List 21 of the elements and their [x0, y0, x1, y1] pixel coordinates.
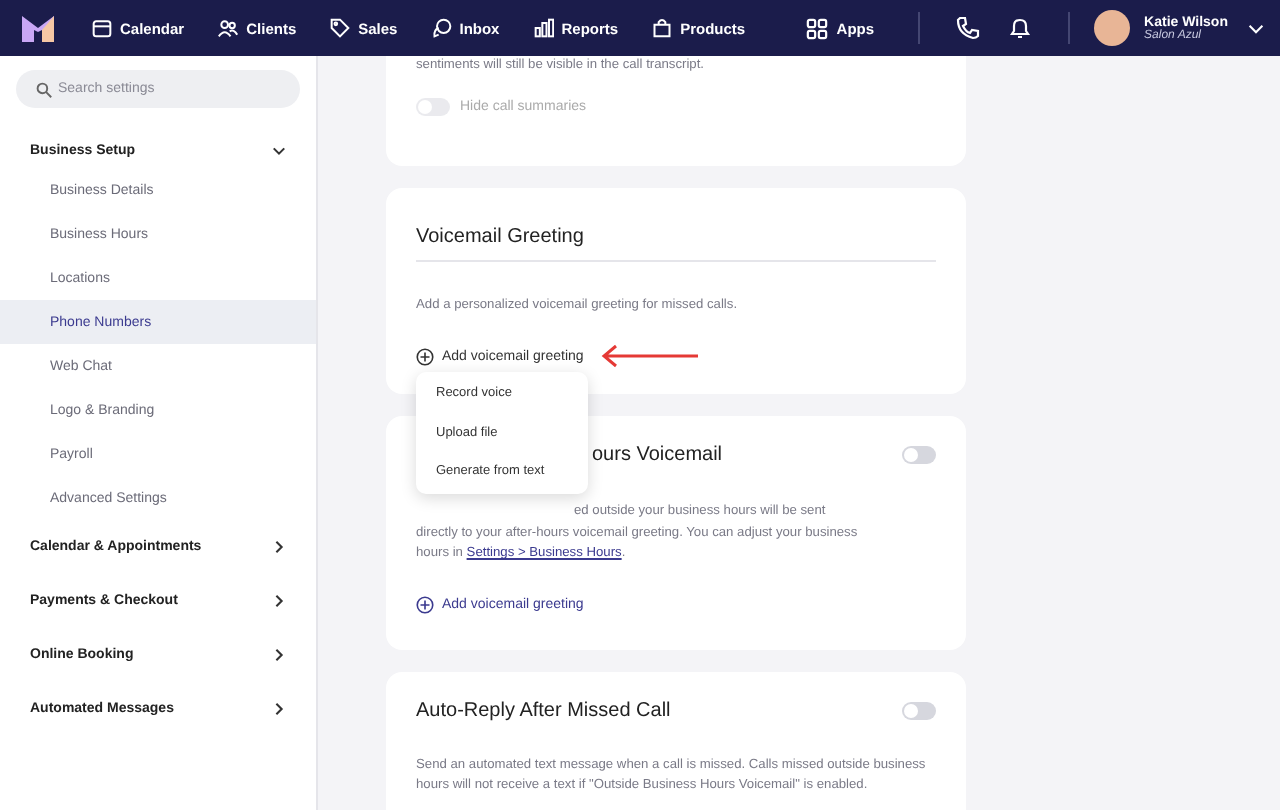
tag-icon [330, 18, 351, 38]
chat-bubble-icon [431, 18, 452, 38]
toggle-switch[interactable] [902, 701, 936, 719]
card-title: ours Voicemail [592, 444, 723, 466]
avatar[interactable] [1094, 10, 1131, 46]
calendar-icon [92, 18, 112, 38]
arrow-annotation [599, 344, 700, 368]
chevron-down-icon[interactable] [1248, 23, 1264, 33]
grid-icon [806, 17, 829, 39]
plus-circle-icon [416, 347, 434, 365]
card-title: Voicemail Greeting [416, 225, 586, 247]
people-icon [218, 18, 239, 38]
bar-chart-icon [533, 18, 554, 38]
card-title: Auto-Reply After Missed Call [416, 699, 671, 721]
bag-icon [652, 18, 673, 38]
search-icon [36, 82, 52, 98]
bell-icon[interactable] [1008, 16, 1033, 40]
logo-icon[interactable] [22, 14, 54, 42]
phone-icon[interactable] [956, 16, 981, 40]
toggle-switch[interactable] [902, 446, 936, 464]
plus-circle-icon [416, 595, 434, 613]
